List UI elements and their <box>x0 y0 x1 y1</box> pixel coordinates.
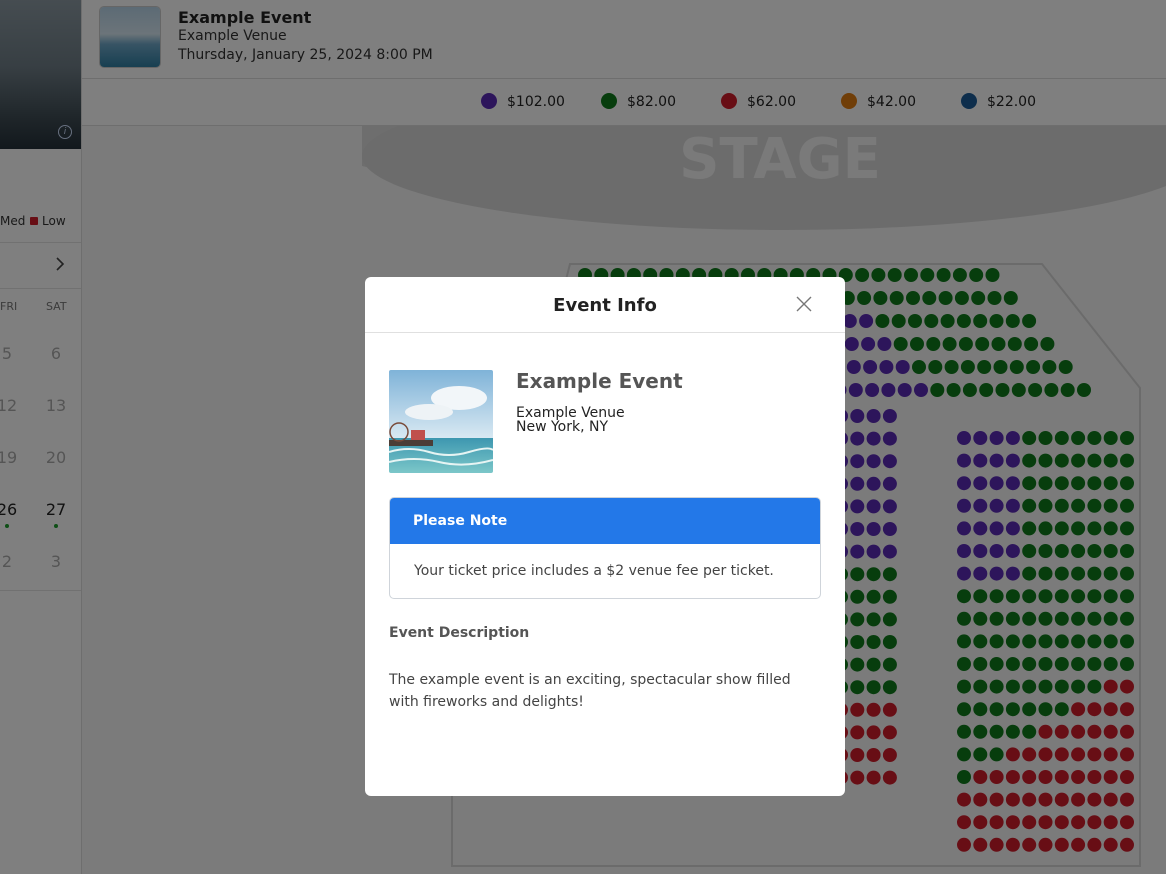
description-heading: Event Description <box>389 625 530 641</box>
note-panel: Please Note Your ticket price includes a… <box>389 497 821 599</box>
divider <box>365 332 845 333</box>
note-heading: Please Note <box>413 513 508 529</box>
modal-title: Event Info <box>553 295 657 316</box>
note-text: Your ticket price includes a $2 venue fe… <box>414 563 774 579</box>
close-icon[interactable] <box>793 293 815 315</box>
note-header: Please Note <box>390 498 820 544</box>
event-image <box>389 370 493 473</box>
modal-location: New York, NY <box>516 419 609 435</box>
description-text: The example event is an exciting, specta… <box>389 672 791 710</box>
event-info-modal: Event Info Example Event Example Venue N… <box>365 277 845 796</box>
modal-event-title: Example Event <box>516 369 683 393</box>
